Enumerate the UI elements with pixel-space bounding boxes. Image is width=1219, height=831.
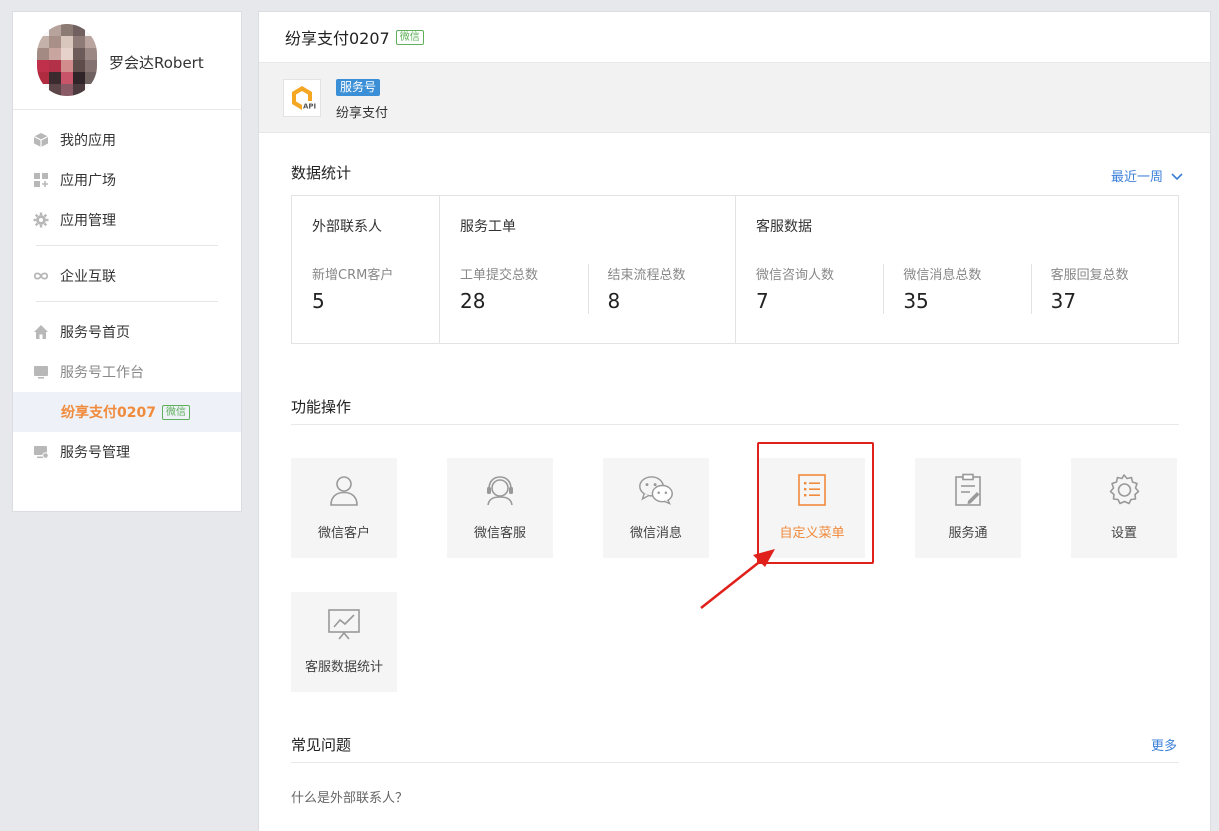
wechat-tag: 微信: [395, 29, 424, 45]
page-title: 纷享支付0207 微信: [259, 12, 1210, 63]
tile-label: 微信客服: [473, 526, 526, 541]
sidebar-item-label: 服务号工作台: [60, 365, 144, 381]
stat-wechat-messages: 微信消息总数 35: [883, 264, 1030, 314]
sidebar: 罗会达Robert 我的应用 应用广场 应用管理 企业互联 服务号首页 服务号工…: [12, 11, 242, 512]
avatar[interactable]: [37, 24, 97, 96]
main-panel: 纷享支付0207 微信 API 服务号 纷享支付 数据统计 最近一周 外部联系人…: [258, 11, 1211, 831]
tile-wechat-customers[interactable]: 微信客户: [291, 458, 397, 558]
user-icon: [326, 472, 362, 508]
sidebar-item-service-management[interactable]: 服务号管理: [13, 432, 241, 472]
faq-more-link[interactable]: 更多: [1151, 735, 1177, 754]
gear-icon: [33, 212, 49, 228]
stat-wechat-inquirers: 微信咨询人数 7: [736, 264, 883, 313]
divider: [36, 301, 218, 302]
stat-group-title: 服务工单: [460, 219, 516, 235]
sidebar-item-service-workbench[interactable]: 服务号工作台: [13, 352, 241, 392]
divider: [291, 424, 1179, 425]
tile-wechat-messages[interactable]: 微信消息: [603, 458, 709, 558]
tile-label: 服务通: [948, 526, 988, 541]
stat-label: 微信咨询人数: [756, 268, 835, 283]
chevron-down-icon: [1171, 173, 1183, 181]
sidebar-item-current-account[interactable]: 纷享支付0207 微信: [13, 392, 241, 432]
tile-wechat-service[interactable]: 微信客服: [447, 458, 553, 558]
sidebar-item-label: 服务号管理: [60, 445, 130, 461]
home-icon: [33, 324, 49, 340]
tile-service-link[interactable]: 服务通: [915, 458, 1021, 558]
stat-label: 新增CRM客户: [312, 268, 394, 283]
wechat-icon: [638, 472, 674, 508]
stat-value: 35: [903, 289, 929, 313]
stat-label: 微信消息总数: [903, 268, 982, 283]
stat-value: 8: [607, 289, 621, 313]
stat-service-replies: 客服回复总数 37: [1030, 264, 1178, 314]
stat-tickets-submitted: 工单提交总数 28: [440, 264, 588, 313]
stat-new-crm-customers: 新增CRM客户 5: [292, 264, 439, 313]
faq-title: 常见问题: [291, 736, 352, 754]
faq-item[interactable]: 什么是外部联系人？: [291, 787, 408, 806]
sidebar-item-service-home[interactable]: 服务号首页: [13, 312, 241, 352]
gear-icon: [1106, 472, 1142, 508]
profile-name: 罗会达Robert: [109, 54, 204, 72]
tile-label: 微信客户: [317, 526, 370, 541]
stat-group-service-tickets: 服务工单 工单提交总数 28 结束流程总数 8: [440, 196, 736, 343]
sidebar-item-enterprise-link[interactable]: 企业互联: [13, 256, 241, 296]
stat-group-title: 客服数据: [756, 219, 812, 235]
sidebar-item-label: 企业互联: [60, 269, 116, 285]
sidebar-item-label: 我的应用: [60, 133, 116, 149]
sidebar-item-label: 应用广场: [60, 173, 116, 189]
tile-label: 客服数据统计: [304, 660, 383, 675]
range-label: 最近一周: [1111, 170, 1164, 185]
sidebar-item-app-management[interactable]: 应用管理: [13, 200, 241, 240]
tile-label: 设置: [1110, 526, 1137, 541]
sidebar-item-label: 服务号首页: [60, 325, 130, 341]
infinity-icon: [33, 268, 49, 284]
profile: 罗会达Robert: [13, 12, 241, 110]
account-name: 纷享支付: [336, 106, 389, 121]
functions-title: 功能操作: [291, 398, 352, 416]
headset-icon: [482, 472, 518, 508]
sidebar-nav: 我的应用 应用广场 应用管理 企业互联 服务号首页 服务号工作台 纷享支付020…: [13, 110, 241, 472]
account-logo: API: [283, 79, 321, 117]
logo-text: API: [303, 103, 316, 111]
account-bar: API 服务号 纷享支付: [259, 63, 1210, 133]
grid-plus-icon: [33, 172, 49, 188]
stat-group-title: 外部联系人: [312, 219, 382, 235]
stat-group-customer-service: 客服数据 微信咨询人数 7 微信消息总数 35 客服回复总数 37: [736, 196, 1178, 343]
api-logo-icon: API: [292, 86, 316, 111]
stat-value: 5: [312, 289, 325, 313]
stat-flows-closed: 结束流程总数 8: [587, 264, 736, 314]
clipboard-icon: [950, 472, 986, 508]
tile-service-data-stats[interactable]: 客服数据统计: [291, 592, 397, 692]
account-type-badge: 服务号: [336, 79, 381, 96]
monitor-icon: [33, 364, 49, 380]
sidebar-item-app-store[interactable]: 应用广场: [13, 160, 241, 200]
sidebar-item-my-apps[interactable]: 我的应用: [13, 120, 241, 160]
stat-value: 28: [460, 289, 486, 313]
stat-group-external-contacts: 外部联系人 新增CRM客户 5: [292, 196, 440, 343]
stat-value: 7: [756, 289, 769, 313]
sidebar-item-label: 纷享支付0207: [61, 405, 156, 421]
tile-label: 微信消息: [629, 526, 682, 541]
stats-panel: 外部联系人 新增CRM客户 5 服务工单 工单提交总数 28 结束流程总数 8: [291, 195, 1179, 344]
stat-label: 结束流程总数: [607, 268, 686, 283]
stat-value: 37: [1050, 289, 1077, 313]
stats-title: 数据统计: [291, 164, 352, 182]
divider: [36, 245, 218, 246]
cube-icon: [33, 132, 49, 148]
stat-label: 客服回复总数: [1050, 268, 1129, 283]
stat-label: 工单提交总数: [460, 268, 539, 283]
tile-settings[interactable]: 设置: [1071, 458, 1177, 558]
chart-icon: [326, 606, 362, 642]
sidebar-item-label: 应用管理: [60, 213, 116, 229]
range-dropdown[interactable]: 最近一周: [1111, 166, 1183, 185]
divider: [291, 762, 1179, 763]
annotation-arrow-icon: [700, 549, 775, 609]
wechat-tag: 微信: [161, 404, 190, 420]
monitor-gear-icon: [33, 444, 49, 460]
page-title-text: 纷享支付0207: [285, 29, 390, 48]
